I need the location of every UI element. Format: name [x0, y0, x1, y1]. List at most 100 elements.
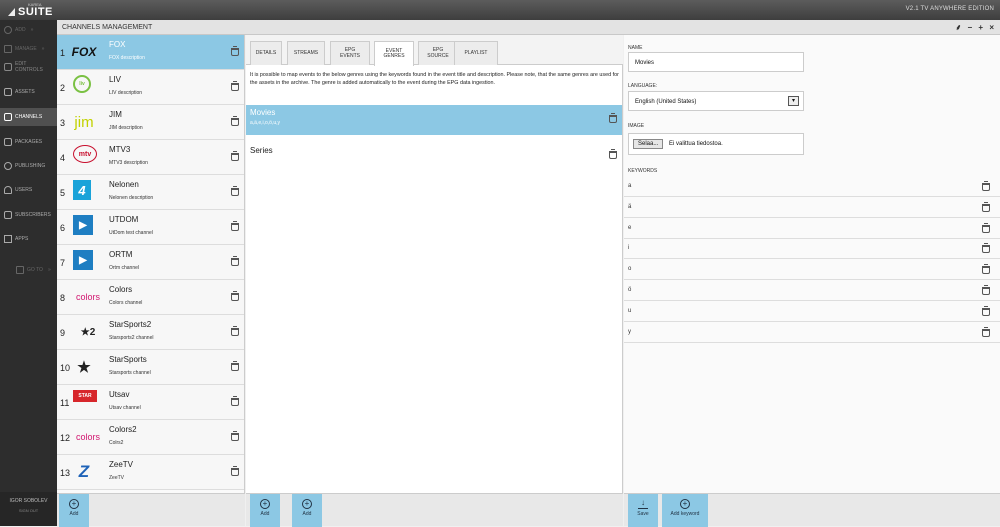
- channel-row[interactable]: 6 ▶ UTDOM UtDom test channel: [57, 210, 244, 245]
- keyword-row[interactable]: o: [624, 260, 1000, 281]
- trash-icon[interactable]: [609, 113, 617, 123]
- apps-icon: [4, 235, 12, 243]
- chevron-down-icon[interactable]: ▾: [788, 96, 799, 106]
- channel-row[interactable]: 1 FOX FOX FOX description: [57, 35, 244, 70]
- trash-icon[interactable]: [231, 291, 239, 301]
- keyword-row[interactable]: i: [624, 239, 1000, 260]
- trash-icon[interactable]: [982, 326, 990, 337]
- keyword-row[interactable]: ä: [624, 198, 1000, 218]
- channel-row[interactable]: 10 ★ StarSports Starsports channel: [57, 350, 244, 385]
- channel-description: MTV3 description: [109, 160, 148, 166]
- name-label: NAME: [628, 45, 643, 51]
- user-footer: IGOR SOBOLEV SIGN OUT: [0, 492, 57, 526]
- trash-icon[interactable]: [982, 285, 990, 295]
- channel-row[interactable]: 4 mtv MTV3 MTV3 description: [57, 140, 244, 175]
- channel-description: ZeeTV: [109, 475, 125, 481]
- add-keyword-button[interactable]: + Add keyword: [662, 494, 708, 527]
- add-channel-button[interactable]: + Add: [59, 494, 89, 527]
- keyword-row[interactable]: a: [624, 177, 1000, 197]
- image-label: IMAGE: [628, 123, 645, 129]
- channel-row[interactable]: 12 colors Colors2 Colrs2: [57, 420, 244, 455]
- channel-description: LIV description: [109, 90, 143, 96]
- trash-icon[interactable]: [982, 305, 990, 316]
- trash-icon[interactable]: [231, 81, 239, 91]
- nav-assets[interactable]: ASSETS: [0, 84, 57, 99]
- tab-event-genres[interactable]: EVENT GENRES: [374, 41, 414, 66]
- trash-icon[interactable]: [231, 431, 239, 441]
- trash-icon[interactable]: [231, 221, 239, 231]
- genre-details-panel: NAME Movies LANGUAGE: English (United St…: [624, 35, 1000, 493]
- language-select[interactable]: English (United States) ▾: [628, 91, 804, 111]
- channel-row[interactable]: 3 jim JIM JIM description: [57, 105, 244, 140]
- logo-text: SUITE: [18, 6, 53, 18]
- channel-row[interactable]: 13 Z ZeeTV ZeeTV: [57, 455, 244, 490]
- keyword-row[interactable]: ö: [624, 281, 1000, 301]
- tab-details[interactable]: DETAILS: [250, 41, 282, 65]
- trash-icon[interactable]: [231, 396, 239, 406]
- keyword-row[interactable]: e: [624, 219, 1000, 239]
- nav-apps[interactable]: APPS: [0, 232, 57, 246]
- trash-icon[interactable]: [231, 361, 239, 371]
- trash-icon[interactable]: [609, 149, 617, 159]
- signout-link[interactable]: SIGN OUT: [0, 508, 57, 513]
- genres-panel: DETAILS STREAMS EPG EVENTS EVENT GENRES …: [246, 35, 623, 493]
- nav-subscribers[interactable]: SUBSCRIBERS: [0, 208, 57, 222]
- channel-name: FOX: [109, 40, 126, 49]
- app-logo: KAREA SUITE: [8, 2, 58, 18]
- channel-number: 12: [60, 433, 71, 443]
- nav-packages[interactable]: PACKAGES: [0, 135, 57, 149]
- nav-manage[interactable]: MANAGE»: [0, 42, 57, 56]
- channel-row[interactable]: 2 liv LIV LIV description: [57, 70, 244, 105]
- keyword-row[interactable]: y: [624, 323, 1000, 343]
- image-field: Selaa... Ei valittua tiedostoa.: [628, 133, 804, 155]
- trash-icon[interactable]: [231, 186, 239, 196]
- channel-row[interactable]: 8 colors Colors Colors channel: [57, 280, 244, 315]
- channel-row[interactable]: 5 4 Nelonen Nelonen description: [57, 175, 244, 210]
- keyword-row[interactable]: u: [624, 302, 1000, 322]
- channel-name: StarSports2: [109, 320, 152, 329]
- add-button[interactable]: + Add: [292, 494, 322, 527]
- channel-number: 11: [60, 398, 70, 408]
- download-icon: ↓: [638, 499, 648, 509]
- trash-icon[interactable]: [231, 46, 239, 56]
- genre-row[interactable]: Movies a,ä,e,i,o,ö,u,y: [246, 105, 622, 135]
- trash-icon[interactable]: [231, 326, 239, 336]
- nav-publishing[interactable]: PUBLISHING: [0, 159, 57, 173]
- nav-channels[interactable]: CHANNELS: [0, 108, 57, 126]
- channel-name: ZeeTV: [109, 460, 134, 469]
- tab-playlist[interactable]: PLAYLIST: [454, 41, 498, 65]
- tab-epg-events[interactable]: EPG EVENTS: [330, 41, 370, 65]
- channel-name: ORTM: [109, 250, 133, 259]
- trash-icon[interactable]: [231, 256, 239, 266]
- nav-add[interactable]: ADD»: [0, 23, 57, 37]
- browse-button[interactable]: Selaa...: [633, 139, 664, 149]
- trash-icon[interactable]: [982, 264, 990, 275]
- trash-icon[interactable]: [982, 222, 990, 233]
- channel-row[interactable]: 9 ★2 StarSports2 Starsports2 channel: [57, 315, 244, 350]
- keyword-text: e: [628, 224, 632, 231]
- trash-icon[interactable]: [231, 466, 239, 476]
- trash-icon[interactable]: [231, 116, 239, 126]
- channel-name: Nelonen: [109, 180, 139, 189]
- tab-streams[interactable]: STREAMS: [287, 41, 325, 65]
- keyword-text: o: [628, 266, 632, 273]
- nav-users[interactable]: USERS: [0, 183, 57, 197]
- trash-icon[interactable]: [982, 201, 990, 212]
- genre-row[interactable]: Series: [246, 143, 622, 173]
- add-genre-button[interactable]: + Add: [250, 494, 280, 527]
- name-field[interactable]: Movies: [628, 52, 804, 72]
- channel-row[interactable]: 7 ▶ ORTM Ortm channel: [57, 245, 244, 280]
- channel-description: Utsav channel: [109, 405, 141, 411]
- nav-goto[interactable]: GO TO»: [0, 263, 57, 277]
- channel-number: 5: [60, 188, 66, 198]
- channel-row[interactable]: 11 STAR Utsav Utsav channel: [57, 385, 244, 420]
- channel-logo: STAR: [73, 390, 97, 402]
- panel-header: CHANNELS MANAGEMENT ⸙ − + ×: [57, 20, 1000, 35]
- tab-epg-source[interactable]: EPG SOURCE: [418, 41, 458, 65]
- trash-icon[interactable]: [982, 181, 990, 191]
- trash-icon[interactable]: [982, 243, 990, 254]
- nav-edit-controls[interactable]: EDIT CONTROLS: [0, 58, 57, 76]
- trash-icon[interactable]: [231, 151, 239, 161]
- save-button[interactable]: ↓ Save: [628, 494, 658, 527]
- window-controls[interactable]: ⸙ − + ×: [955, 22, 996, 33]
